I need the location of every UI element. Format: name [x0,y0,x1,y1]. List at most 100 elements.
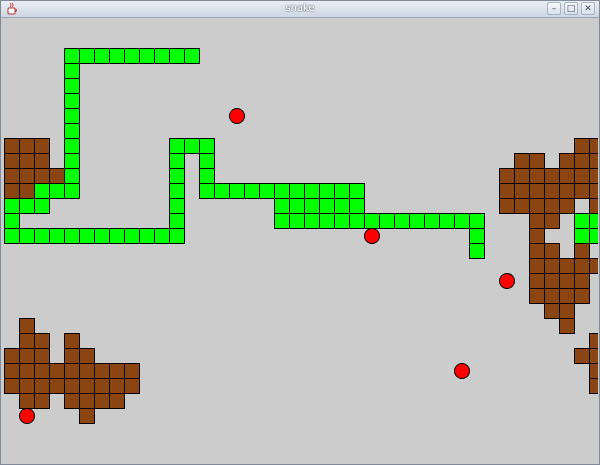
snake-segment [199,138,215,154]
snake-segment [19,228,35,244]
obstacle-cell [49,363,65,379]
snake-segment [64,108,80,124]
snake-segment [139,48,155,64]
obstacle-cell [589,168,598,184]
food-apple [229,108,245,124]
obstacle-cell [109,393,125,409]
obstacle-cell [34,153,50,169]
obstacle-cell [4,183,20,199]
obstacle-cell [589,258,598,274]
snake-segment [64,153,80,169]
snake-segment [169,168,185,184]
snake-segment [469,213,485,229]
obstacle-cell [529,258,545,274]
snake-segment [304,213,320,229]
game-board[interactable] [4,18,598,463]
snake-segment [349,213,365,229]
snake-segment [574,213,590,229]
obstacle-cell [529,168,545,184]
snake-segment [589,213,598,229]
obstacle-cell [589,333,598,349]
obstacle-cell [19,393,35,409]
obstacle-cell [544,258,560,274]
snake-segment [424,213,440,229]
obstacle-cell [124,378,140,394]
obstacle-cell [589,378,598,394]
snake-segment [319,198,335,214]
snake-segment [94,228,110,244]
obstacle-cell [544,303,560,319]
obstacle-cell [589,138,598,154]
obstacle-cell [124,363,140,379]
snake-segment [214,183,230,199]
snake-segment [184,138,200,154]
obstacle-cell [49,168,65,184]
snake-segment [334,198,350,214]
obstacle-cell [79,363,95,379]
obstacle-cell [559,273,575,289]
snake-segment [34,198,50,214]
snake-segment [124,228,140,244]
snake-segment [304,183,320,199]
obstacle-cell [64,393,80,409]
obstacle-cell [34,393,50,409]
snake-segment [124,48,140,64]
snake-segment [64,123,80,139]
obstacle-cell [574,288,590,304]
snake-segment [64,63,80,79]
game-window: snake – □ ✕ [0,0,600,465]
snake-segment [4,228,20,244]
obstacle-cell [79,348,95,364]
snake-segment [169,228,185,244]
obstacle-cell [574,153,590,169]
snake-segment [259,183,275,199]
title-bar[interactable]: snake – □ ✕ [1,1,599,18]
obstacle-cell [559,258,575,274]
snake-segment [4,198,20,214]
obstacle-cell [589,183,598,199]
obstacle-cell [559,318,575,334]
snake-segment [289,213,305,229]
snake-segment [304,198,320,214]
obstacle-cell [559,198,575,214]
snake-segment [49,183,65,199]
snake-segment [64,228,80,244]
maximize-button[interactable]: □ [564,2,578,15]
snake-segment [454,213,470,229]
snake-segment [169,183,185,199]
close-button[interactable]: ✕ [581,2,595,15]
snake-segment [349,198,365,214]
snake-segment [574,228,590,244]
obstacle-cell [559,288,575,304]
obstacle-cell [574,138,590,154]
snake-segment [34,228,50,244]
snake-segment [169,153,185,169]
obstacle-cell [544,168,560,184]
snake-segment [319,183,335,199]
snake-segment [409,213,425,229]
snake-segment [34,183,50,199]
obstacle-cell [19,168,35,184]
snake-segment [154,48,170,64]
snake-segment [334,183,350,199]
snake-segment [169,48,185,64]
snake-segment [334,213,350,229]
snake-segment [199,168,215,184]
snake-segment [289,183,305,199]
obstacle-cell [79,393,95,409]
obstacle-cell [4,138,20,154]
food-apple [364,228,380,244]
snake-segment [64,78,80,94]
food-apple [499,273,515,289]
snake-segment [64,93,80,109]
obstacle-cell [4,168,20,184]
obstacle-cell [544,183,560,199]
snake-segment [469,243,485,259]
minimize-button[interactable]: – [547,2,561,15]
obstacle-cell [94,393,110,409]
obstacle-cell [4,348,20,364]
obstacle-cell [34,348,50,364]
obstacle-cell [559,303,575,319]
snake-segment [439,213,455,229]
obstacle-cell [589,198,598,214]
